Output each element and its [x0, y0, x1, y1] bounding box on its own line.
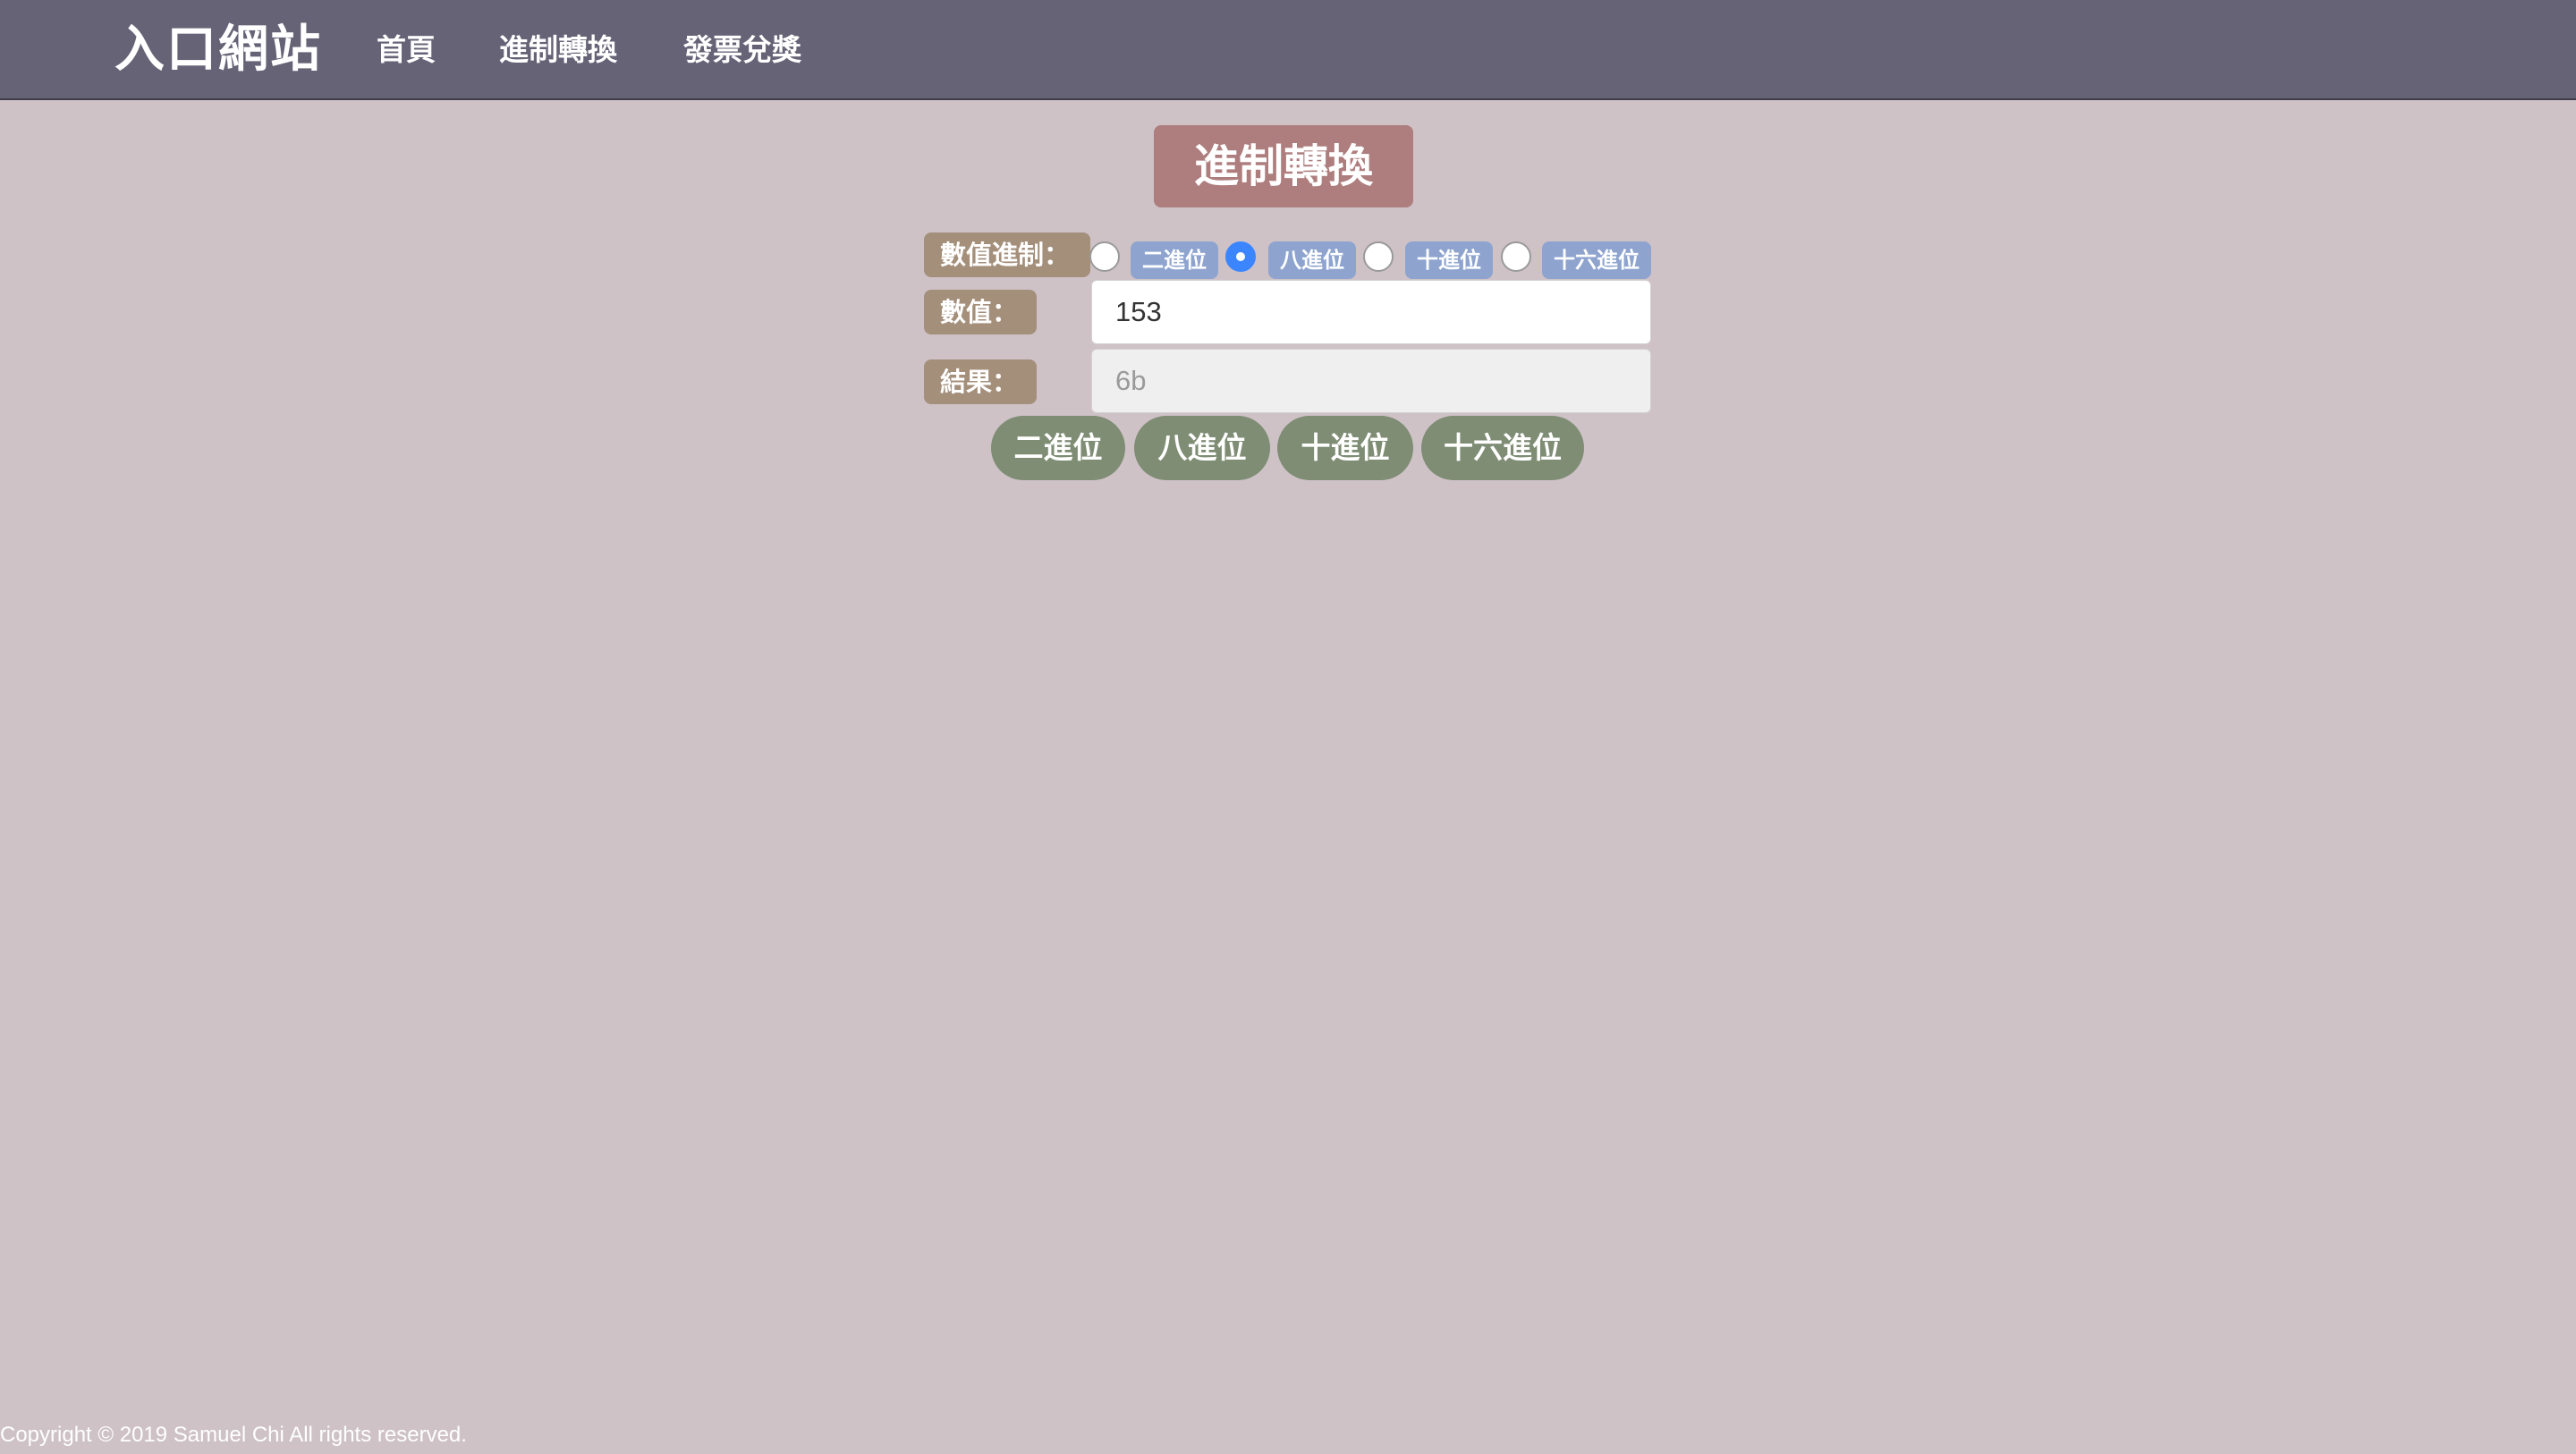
brand-title[interactable]: 入口網站 [114, 20, 322, 80]
footer-copyright: Copyright © 2019 Samuel Chi All rights r… [0, 1423, 467, 1447]
radio-label-decimal[interactable]: 十進位 [1405, 241, 1493, 279]
radio-hexadecimal[interactable] [1501, 241, 1531, 272]
to-octal-button[interactable]: 八進位 [1134, 416, 1270, 480]
result-output: 6b [1091, 349, 1651, 413]
page-title: 進制轉換 [1154, 125, 1413, 207]
radio-label-binary[interactable]: 二進位 [1131, 241, 1218, 279]
radio-label-octal[interactable]: 八進位 [1268, 241, 1356, 279]
nav-link-invoice-lottery[interactable]: 發票兌獎 [683, 30, 801, 70]
value-input[interactable]: 153 [1091, 280, 1651, 344]
to-hexadecimal-button[interactable]: 十六進位 [1421, 416, 1584, 480]
radio-octal[interactable] [1225, 241, 1256, 272]
to-decimal-button[interactable]: 十進位 [1277, 416, 1413, 480]
base-label: 數值進制： [924, 232, 1090, 277]
result-label: 結果： [924, 359, 1037, 404]
top-navbar: 入口網站 首頁 進制轉換 發票兌獎 [0, 0, 2576, 100]
nav-link-base-conversion[interactable]: 進制轉換 [499, 30, 617, 70]
value-label: 數值： [924, 290, 1037, 334]
radio-binary[interactable] [1089, 241, 1120, 272]
nav-link-home[interactable]: 首頁 [377, 30, 436, 70]
radio-label-hexadecimal[interactable]: 十六進位 [1542, 241, 1651, 279]
to-binary-button[interactable]: 二進位 [991, 416, 1125, 480]
radio-decimal[interactable] [1363, 241, 1394, 272]
